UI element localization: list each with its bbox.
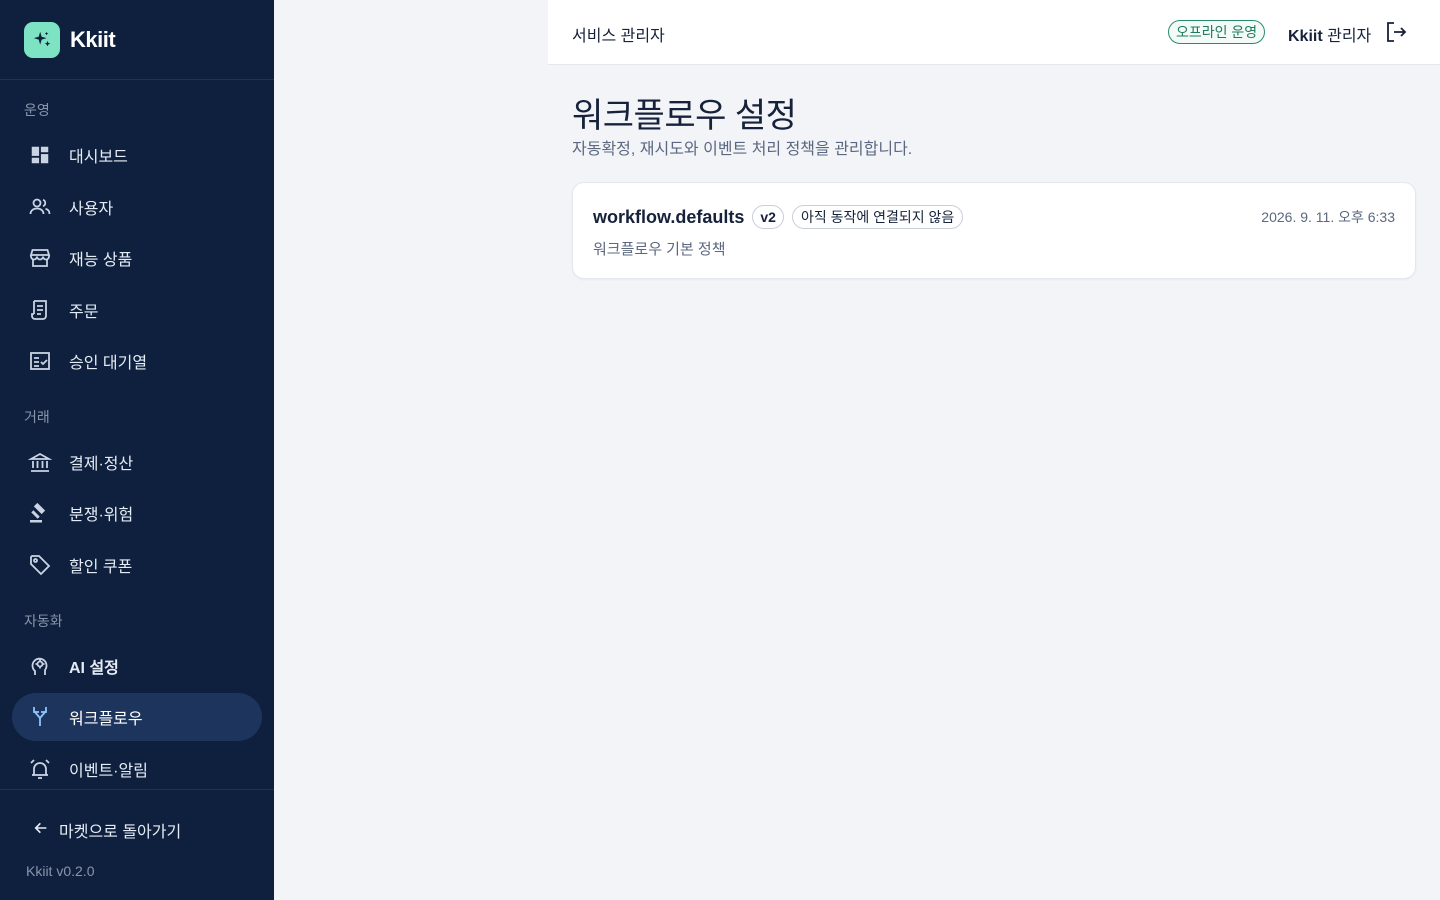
user-name: Kkiit 관리자	[1288, 22, 1371, 46]
sidebar-item-workflow[interactable]: 워크플로우	[12, 693, 262, 741]
sparkle-logo-icon	[24, 21, 60, 58]
ai-head-icon	[28, 654, 52, 678]
sidebar-item-dashboard[interactable]: 대시보드	[12, 131, 262, 179]
sidebar-item-label: 재능 상품	[69, 252, 133, 269]
receipt-icon	[28, 298, 52, 322]
sidebar-item-users[interactable]: 사용자	[12, 183, 262, 231]
policy-updated-date: 2026. 9. 11. 오후 6:33	[1261, 209, 1395, 225]
back-to-market-label: 마켓으로 돌아가기	[59, 824, 182, 841]
sidebar: Kkiit 운영 대시보드 사용자 재능 상품 주문 승인 대기열 거래 결제·…	[0, 0, 274, 900]
sidebar-item-label: 주문	[69, 304, 99, 321]
arrow-left-icon	[33, 820, 49, 841]
storefront-icon	[28, 246, 52, 270]
sidebar-item-label: 이벤트·알림	[69, 763, 148, 780]
sidebar-item-label: 할인 쿠폰	[69, 559, 133, 576]
gavel-icon	[28, 501, 52, 525]
policy-key: workflow.defaults	[593, 206, 745, 227]
sidebar-item-orders[interactable]: 주문	[12, 286, 262, 334]
logout-icon[interactable]	[1384, 20, 1408, 44]
nav-section-transactions: 거래	[24, 409, 50, 425]
status-badge: 오프라인 운영	[1168, 20, 1266, 44]
dashboard-icon	[28, 143, 52, 167]
header-title: 서비스 관리자	[572, 28, 665, 45]
version-badge: v2	[752, 205, 784, 229]
tag-icon	[28, 553, 52, 577]
policy-card-header: workflow.defaults v2 아직 동작에 연결되지 않음	[593, 205, 964, 229]
sidebar-item-events-alerts[interactable]: 이벤트·알림	[12, 745, 262, 793]
sidebar-item-label: 대시보드	[69, 149, 128, 166]
user-name-bold: Kkiit	[1288, 28, 1323, 45]
alarm-icon	[28, 757, 52, 781]
checklist-icon	[28, 349, 52, 373]
nav-section-operations: 운영	[24, 102, 50, 118]
page-subtitle: 자동확정, 재시도와 이벤트 처리 정책을 관리합니다.	[572, 141, 913, 158]
sidebar-item-payments[interactable]: 결제·정산	[12, 438, 262, 486]
user-role: 관리자	[1322, 28, 1372, 45]
sidebar-item-label: 승인 대기열	[69, 355, 148, 372]
back-to-market-link[interactable]: 마켓으로 돌아가기	[33, 818, 181, 842]
sidebar-item-label: 워크플로우	[69, 711, 143, 728]
sidebar-item-ai-settings[interactable]: AI 설정	[12, 642, 262, 690]
sidebar-footer: 마켓으로 돌아가기 Kkiit v0.2.0	[0, 789, 274, 900]
sidebar-item-label: AI 설정	[69, 660, 119, 677]
app-version: Kkiit v0.2.0	[26, 863, 95, 879]
users-icon	[28, 195, 52, 219]
brand-name: Kkiit	[70, 26, 116, 52]
sidebar-item-talent-products[interactable]: 재능 상품	[12, 234, 262, 282]
top-bar: 서비스 관리자 오프라인 운영 Kkiit 관리자	[548, 0, 1440, 65]
sidebar-item-label: 결제·정산	[69, 456, 134, 473]
brand[interactable]: Kkiit	[0, 0, 274, 80]
policy-description: 워크플로우 기본 정책	[593, 241, 726, 258]
sidebar-item-disputes[interactable]: 분쟁·위험	[12, 489, 262, 537]
workflow-icon	[28, 705, 52, 729]
sidebar-item-approval-queue[interactable]: 승인 대기열	[12, 337, 262, 385]
page-title: 워크플로우 설정	[572, 97, 797, 135]
policy-status-badge: 아직 동작에 연결되지 않음	[791, 205, 964, 229]
sidebar-item-label: 분쟁·위험	[69, 507, 134, 524]
bank-icon	[28, 450, 52, 474]
sidebar-item-coupons[interactable]: 할인 쿠폰	[12, 541, 262, 589]
sidebar-item-label: 사용자	[69, 201, 114, 218]
policy-card[interactable]: workflow.defaults v2 아직 동작에 연결되지 않음 2026…	[572, 182, 1416, 279]
nav-section-automation: 자동화	[24, 613, 63, 629]
